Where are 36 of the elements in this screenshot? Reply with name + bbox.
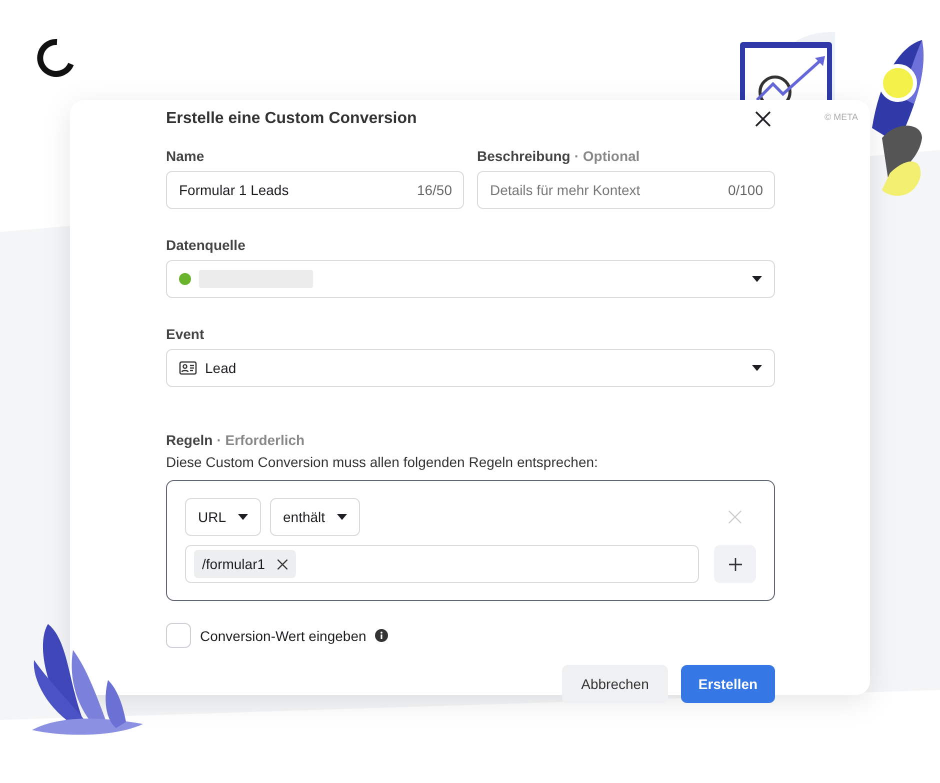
field-label: Beschreibung — [477, 148, 570, 164]
rule-dropdown[interactable]: enthält — [270, 498, 360, 536]
rule-dropdown[interactable]: URL — [185, 498, 262, 536]
caret-icon — [752, 365, 762, 371]
close-icon — [277, 558, 288, 570]
info-icon[interactable] — [375, 629, 388, 642]
field-label: Regeln — [166, 432, 213, 448]
dropdown-value: Lead — [205, 360, 238, 376]
checkbox[interactable] — [166, 623, 191, 648]
close-icon — [755, 111, 771, 127]
cancel-button[interactable]: Abbrechen — [562, 665, 668, 703]
caret-icon — [337, 514, 348, 520]
status-dot-icon — [179, 273, 191, 285]
field-label: Event — [166, 326, 204, 342]
remove-tag-button[interactable] — [277, 558, 288, 570]
field-hint: · Optional — [574, 148, 640, 164]
close-button[interactable] — [755, 111, 771, 127]
close-icon — [728, 510, 742, 524]
rules-description: Diese Custom Conversion muss allen folgenden Regeln entsprechen: — [166, 454, 599, 470]
character-counter: 0/100 — [728, 182, 763, 198]
character-counter: 16/50 — [416, 182, 452, 198]
create-button[interactable]: Erstellen — [681, 665, 775, 703]
field-label: Datenquelle — [166, 237, 246, 253]
field-hint: · Erforderlich — [216, 432, 305, 448]
plus-icon — [728, 558, 742, 570]
add-button[interactable] — [714, 545, 756, 583]
id-card-icon — [179, 361, 197, 375]
caret-icon — [752, 276, 762, 282]
tag-input-field[interactable]: /formular1 — [185, 545, 699, 583]
caret-icon — [238, 514, 248, 520]
tag-text: /formular1 — [202, 556, 266, 572]
dialog-title: Erstelle eine Custom Conversion — [166, 110, 417, 128]
event-dropdown[interactable]: Lead — [166, 349, 775, 387]
copyright-text: © META — [824, 112, 858, 122]
field-label: Name — [166, 148, 204, 164]
checkbox-label: Conversion-Wert eingeben — [200, 628, 366, 644]
